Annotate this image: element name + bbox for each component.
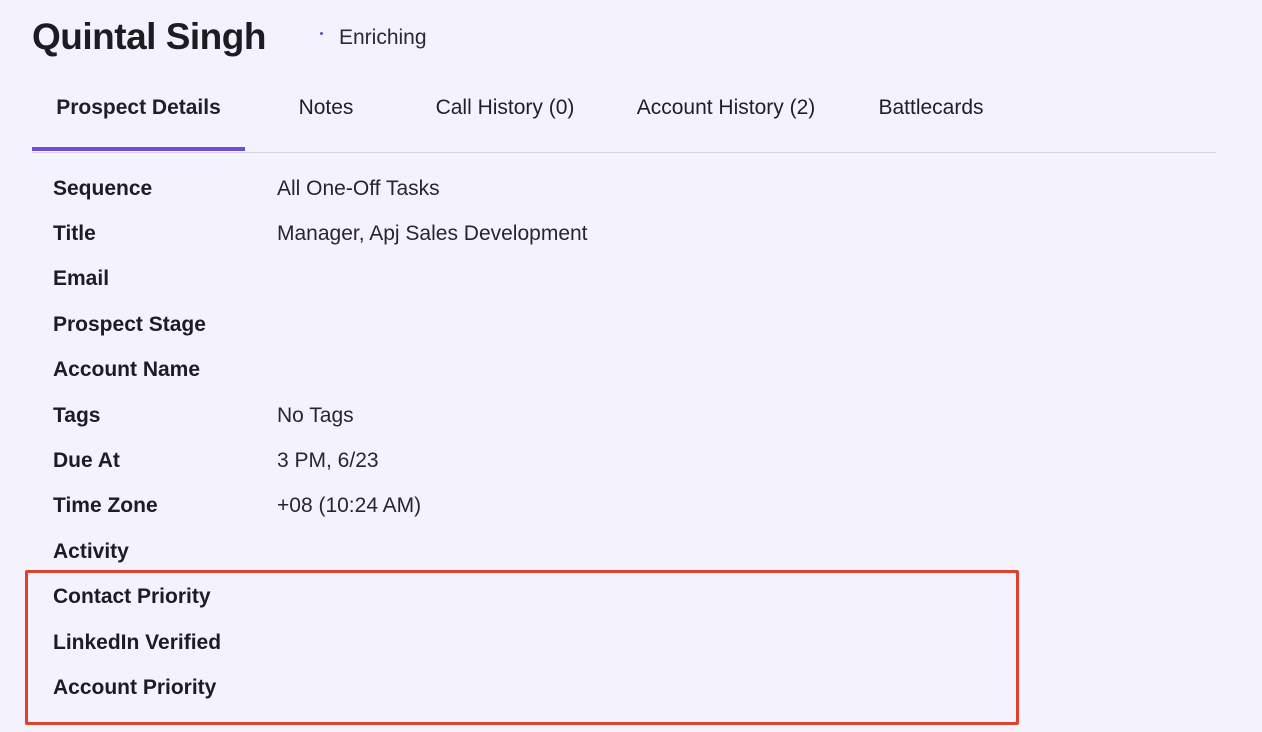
- prospect-details-list: Sequence All One-Off Tasks Title Manager…: [53, 166, 588, 711]
- field-label: Prospect Stage: [53, 312, 206, 336]
- detail-row-prospect-stage: Prospect Stage: [53, 302, 588, 347]
- field-label: Title: [53, 222, 96, 246]
- field-label: Account Priority: [53, 675, 217, 699]
- tab-notes[interactable]: Notes: [276, 80, 376, 150]
- tab-prospect-details[interactable]: Prospect Details: [32, 80, 245, 150]
- detail-row-contact-priority: Contact Priority: [53, 575, 588, 620]
- tab-account-history[interactable]: Account History (2): [633, 80, 819, 150]
- prospect-name: Quintal Singh: [32, 16, 266, 57]
- detail-row-account-name: Account Name: [53, 348, 588, 393]
- detail-row-linkedin-verified: LinkedIn Verified: [53, 620, 588, 665]
- prospect-header: Quintal Singh Enriching: [32, 14, 427, 60]
- detail-row-account-priority: Account Priority: [53, 665, 588, 710]
- field-label: Tags: [53, 403, 101, 427]
- status-dot-icon: [319, 31, 323, 35]
- status-indicator: Enriching: [319, 26, 427, 50]
- field-value: Manager, Apj Sales Development: [277, 222, 588, 246]
- active-tab-indicator: [32, 147, 245, 151]
- field-label: Time Zone: [53, 494, 158, 518]
- field-label: Due At: [53, 449, 120, 473]
- detail-row-title: Title Manager, Apj Sales Development: [53, 211, 588, 256]
- field-value: 3 PM, 6/23: [277, 449, 379, 473]
- field-label: LinkedIn Verified: [53, 630, 222, 654]
- field-label: Sequence: [53, 176, 153, 200]
- field-label: Contact Priority: [53, 585, 211, 609]
- detail-row-due-at: Due At 3 PM, 6/23: [53, 438, 588, 483]
- status-text: Enriching: [338, 26, 427, 49]
- field-value: +08 (10:24 AM): [277, 494, 422, 518]
- field-label: Activity: [53, 539, 129, 563]
- detail-row-email: Email: [53, 257, 588, 302]
- field-value: No Tags: [277, 403, 354, 427]
- field-value[interactable]: All One-Off Tasks: [277, 177, 440, 201]
- field-label: Email: [53, 267, 110, 291]
- detail-row-sequence: Sequence All One-Off Tasks: [53, 166, 588, 211]
- tab-call-history[interactable]: Call History (0): [430, 80, 580, 150]
- detail-row-time-zone: Time Zone +08 (10:24 AM): [53, 484, 588, 529]
- prospect-detail-page: Quintal Singh Enriching Prospect Details…: [0, 0, 1262, 732]
- detail-row-tags: Tags No Tags: [53, 393, 588, 438]
- detail-row-activity: Activity: [53, 529, 588, 574]
- tab-bar: Prospect Details Notes Call History (0) …: [32, 80, 1216, 153]
- tab-battlecards[interactable]: Battlecards: [872, 80, 990, 150]
- field-label: Account Name: [53, 358, 201, 382]
